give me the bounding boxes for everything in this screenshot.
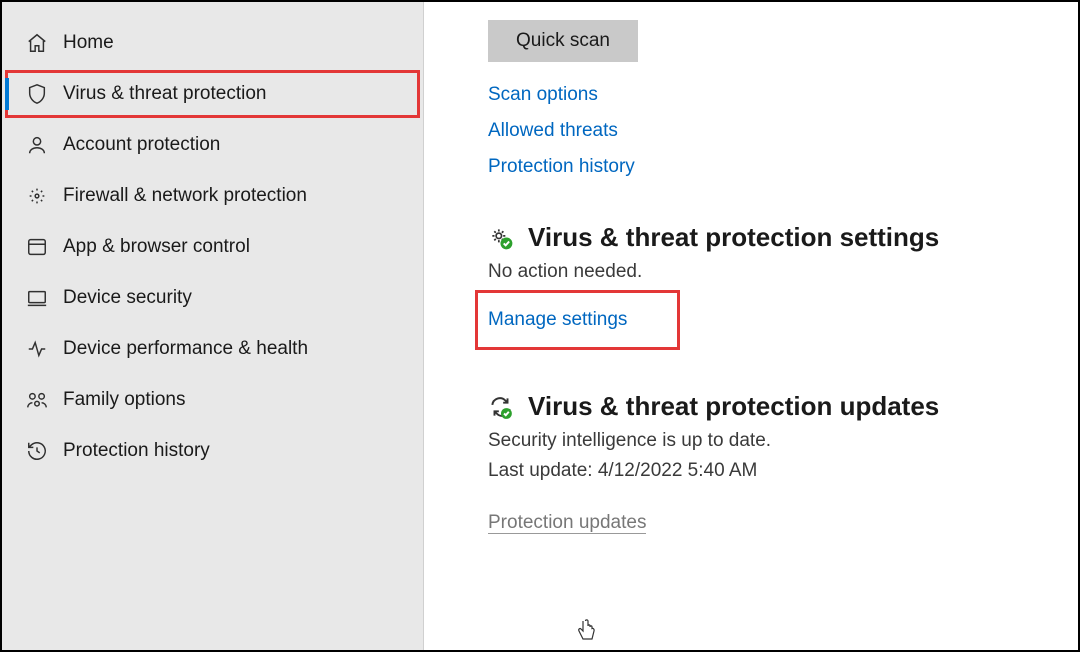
- sidebar-label: Device security: [63, 287, 192, 309]
- sidebar-item-home[interactable]: Home: [5, 19, 420, 67]
- firewall-icon: [25, 184, 49, 208]
- sidebar-item-performance[interactable]: Device performance & health: [5, 325, 420, 373]
- device-security-icon: [25, 286, 49, 310]
- sidebar-label: Firewall & network protection: [63, 185, 307, 207]
- allowed-threats-link[interactable]: Allowed threats: [488, 120, 1038, 142]
- scan-options-link[interactable]: Scan options: [488, 84, 1038, 106]
- protection-history-link[interactable]: Protection history: [488, 156, 1038, 178]
- updates-sync-icon: [488, 394, 514, 420]
- sidebar-label: Family options: [63, 389, 186, 411]
- sidebar-item-app-browser[interactable]: App & browser control: [5, 223, 420, 271]
- manage-settings-link[interactable]: Manage settings: [488, 309, 627, 331]
- settings-gear-icon: [488, 225, 514, 251]
- sidebar-item-family[interactable]: Family options: [5, 376, 420, 424]
- sidebar-item-account[interactable]: Account protection: [5, 121, 420, 169]
- history-icon: [25, 439, 49, 463]
- sidebar-item-protection-history[interactable]: Protection history: [5, 427, 420, 475]
- sidebar-label: Home: [63, 32, 114, 54]
- app-browser-icon: [25, 235, 49, 259]
- sidebar-item-virus-threat[interactable]: Virus & threat protection: [5, 70, 420, 118]
- updates-section: Virus & threat protection updates Securi…: [488, 391, 1038, 534]
- updates-title: Virus & threat protection updates: [528, 391, 939, 422]
- settings-status: No action needed.: [488, 261, 1038, 283]
- main-content: Quick scan Scan options Allowed threats …: [424, 2, 1078, 650]
- sidebar-label: Virus & threat protection: [63, 83, 266, 105]
- sidebar-label: Account protection: [63, 134, 220, 156]
- manage-settings-box: Manage settings: [478, 293, 677, 347]
- settings-title: Virus & threat protection settings: [528, 222, 939, 253]
- sidebar-item-firewall[interactable]: Firewall & network protection: [5, 172, 420, 220]
- family-icon: [25, 388, 49, 412]
- sidebar-label: Device performance & health: [63, 338, 308, 360]
- sidebar-label: App & browser control: [63, 236, 250, 258]
- account-icon: [25, 133, 49, 157]
- performance-icon: [25, 337, 49, 361]
- protection-updates-link[interactable]: Protection updates: [488, 512, 1038, 534]
- last-update: Last update: 4/12/2022 5:40 AM: [488, 460, 1038, 482]
- home-icon: [25, 31, 49, 55]
- updates-header: Virus & threat protection updates: [488, 391, 1038, 422]
- settings-header: Virus & threat protection settings: [488, 222, 1038, 253]
- sidebar-item-device-security[interactable]: Device security: [5, 274, 420, 322]
- settings-section: Virus & threat protection settings No ac…: [488, 222, 1038, 347]
- sidebar: Home Virus & threat protection Account p…: [2, 2, 424, 650]
- updates-status: Security intelligence is up to date.: [488, 430, 1038, 452]
- quick-scan-button[interactable]: Quick scan: [488, 20, 638, 62]
- sidebar-label: Protection history: [63, 440, 210, 462]
- shield-icon: [25, 82, 49, 106]
